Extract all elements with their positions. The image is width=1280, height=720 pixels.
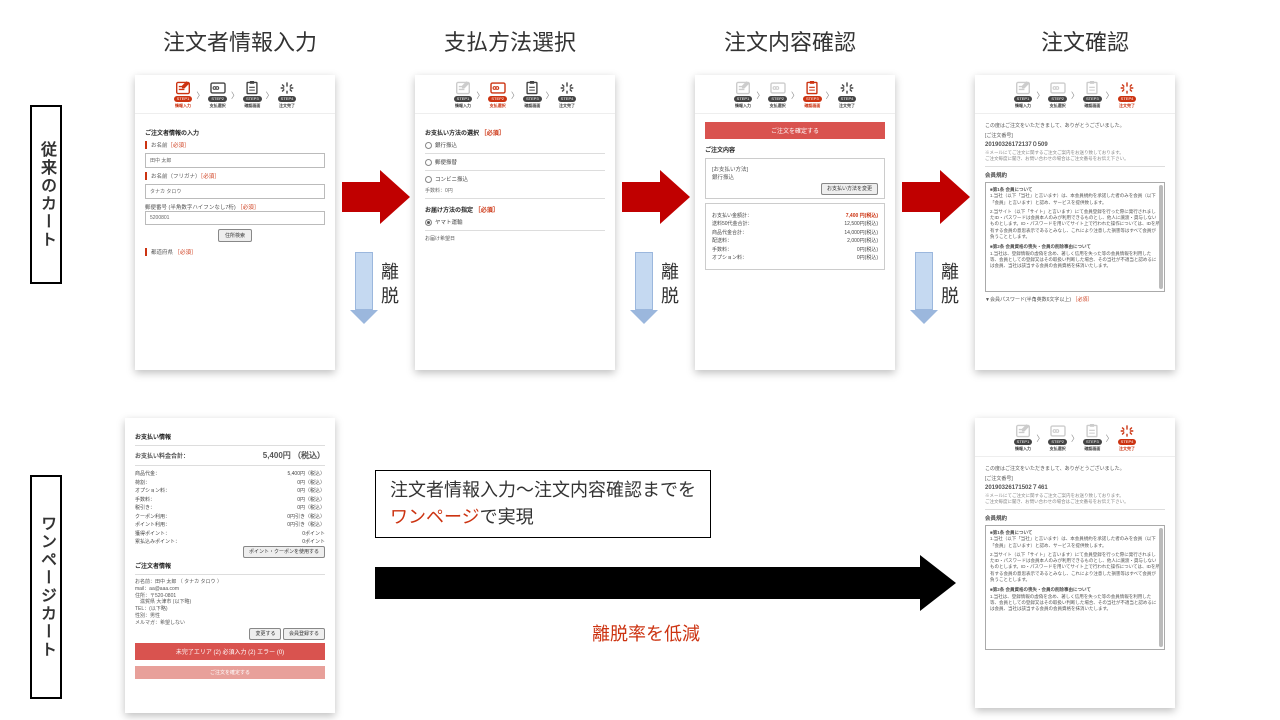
onepage-card: お支払い情報 お支払い料金合計： 5,400円 （税込） 商品代金：5,400円… [125, 418, 335, 713]
ridatsu-label: 離脱 [376, 262, 402, 310]
classic-card-4: STEP1情報入力 〉 STEP2支払選択 〉 STEP3確認画面 〉 STEP… [975, 75, 1175, 370]
dropoff-arrow-icon [910, 252, 938, 324]
section-title: ご注文者情報の入力 [145, 128, 325, 137]
pay-option-cvs[interactable]: コンビニ振込 [425, 175, 605, 183]
ridatsu-label: 離脱 [656, 262, 682, 310]
ridatsu-label: 離脱 [936, 262, 962, 310]
dropoff-arrow-icon [630, 252, 658, 324]
flow-arrow-icon [342, 170, 410, 224]
stepbar: STEP1情報入力 〉 STEP2支払選択 〉 STEP3確認画面 〉 STEP… [415, 75, 615, 114]
dropoff-arrow-icon [350, 252, 378, 324]
stepbar: STEP1情報入力 〉 STEP2支払選択 〉 STEP3確認画面 〉 STEP… [695, 75, 895, 114]
pay-option-bank[interactable]: 銀行振込 [425, 141, 605, 149]
total-value: 5,400円 （税込） [263, 450, 325, 461]
change-pay-button[interactable]: お支払い方法を変更 [821, 183, 878, 195]
chevron-right-icon: 〉 [266, 90, 274, 101]
message-box: 注文者情報入力～注文内容確認までを ワンページで実現 [375, 470, 711, 538]
chevron-right-icon: 〉 [231, 90, 239, 101]
onepage-done-card: STEP1情報入力 〉 STEP2支払選択 〉 STEP3確認画面 〉 STEP… [975, 418, 1175, 708]
rowlabel-classic: 従来のカート [30, 105, 62, 284]
col-title-2: 支払方法選択 [400, 25, 620, 57]
flow-arrow-icon [902, 170, 970, 224]
terms-scrollbox[interactable]: ■第1条 会員について 1.当社（以下「当社」と言います）は、本会員規約を承諾し… [985, 182, 1165, 292]
col-title-4: 注文確認 [985, 25, 1185, 57]
stepbar: STEP1情報入力 〉 STEP2支払選択 〉 STEP3確認画面 〉 STEP… [975, 418, 1175, 457]
ridatsu-teigen: 離脱率を低減 [592, 620, 700, 646]
classic-card-1: STEP1情報入力 〉 STEP2支払選択 〉 STEP3確認画面 〉 STEP… [135, 75, 335, 370]
zip-input[interactable]: 5200801 [145, 211, 325, 225]
pay-option-yubin[interactable]: 郵便振替 [425, 158, 605, 166]
chevron-right-icon: 〉 [196, 90, 204, 101]
terms-scrollbox[interactable]: ■第1条 会員について 1.当社（以下「当社」と言います）は、本会員規約を承諾し… [985, 525, 1165, 650]
stepbar: STEP1情報入力 〉 STEP2支払選択 〉 STEP3確認画面 〉 STEP… [975, 75, 1175, 114]
edit-button[interactable]: 変更する [249, 628, 281, 640]
stepbar: STEP1情報入力 〉 STEP2支払選択 〉 STEP3確認画面 〉 STEP… [135, 75, 335, 114]
col-title-1: 注文者情報入力 [120, 25, 360, 57]
col-title-3: 注文内容確認 [680, 25, 900, 57]
onepage-flow-arrow-icon [375, 555, 956, 611]
confirm-button[interactable]: ご注文を確定する [705, 122, 885, 139]
classic-card-3: STEP1情報入力 〉 STEP2支払選択 〉 STEP3確認画面 〉 STEP… [695, 75, 895, 370]
kana-input[interactable]: タナカ タロウ [145, 184, 325, 199]
classic-card-2: STEP1情報入力 〉 STEP2支払選択 〉 STEP3確認画面 〉 STEP… [415, 75, 615, 370]
flow-arrow-icon [622, 170, 690, 224]
deliv-option-yamato[interactable]: ヤマト運輸 [425, 218, 605, 226]
address-search-button[interactable]: 住所検索 [218, 229, 252, 242]
register-button[interactable]: 会員登録する [283, 628, 325, 640]
name-input[interactable]: 田中 太郎 [145, 153, 325, 168]
submit-button[interactable]: ご注文を確定する [135, 666, 325, 679]
rowlabel-onepage: ワンページカート [30, 475, 62, 699]
error-banner: 未完了エリア (2) 必須入力 (2) エラー (0) [135, 643, 325, 660]
coupon-button[interactable]: ポイント・クーポンを使用する [243, 546, 325, 558]
